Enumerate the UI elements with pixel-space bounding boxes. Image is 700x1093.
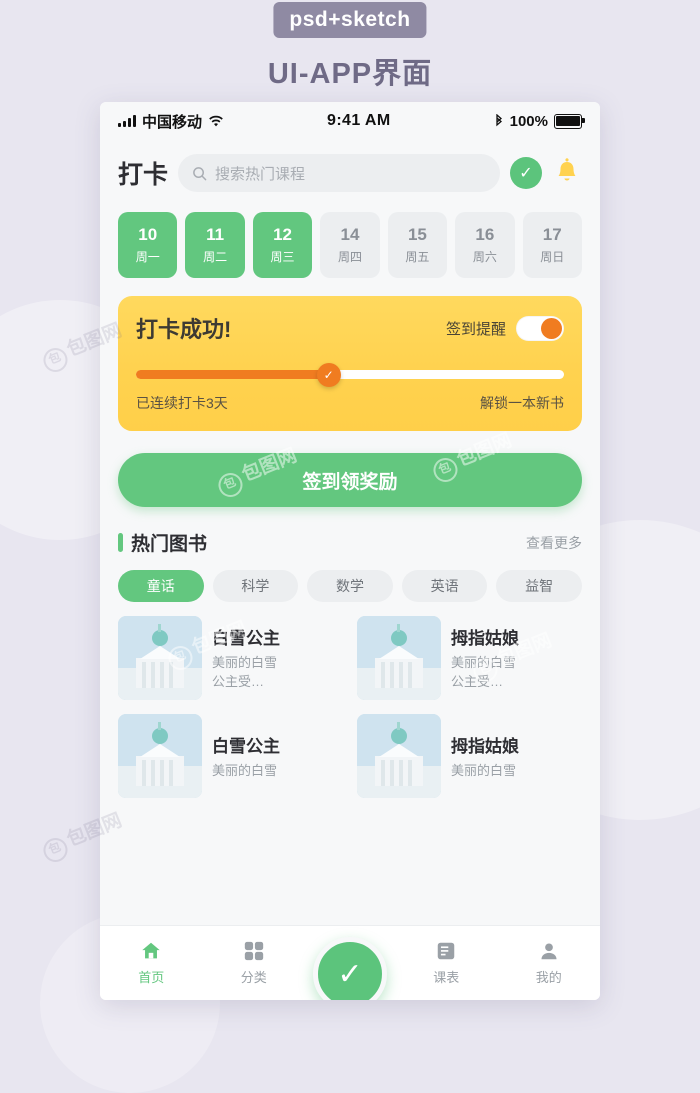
book-thumbnail xyxy=(118,714,202,798)
check-button[interactable]: ✓ xyxy=(510,157,542,189)
day-number: 10 xyxy=(138,225,158,244)
week-day[interactable]: 15 周五 xyxy=(387,212,448,278)
search-placeholder: 搜索热门课程 xyxy=(215,165,306,183)
book-desc: 美丽的白雪 xyxy=(451,762,517,778)
day-weekday: 周四 xyxy=(337,250,362,264)
tab-profile[interactable]: 我的 xyxy=(498,940,601,986)
book-title: 白雪公主 xyxy=(212,629,280,649)
home-icon xyxy=(142,942,160,959)
list-icon xyxy=(438,942,455,960)
bottom-tab-bar: 首页 分类 ✓ 课表 我的 xyxy=(100,925,600,1000)
section-accent-bar xyxy=(118,533,123,552)
book-title: 白雪公主 xyxy=(212,736,280,756)
day-weekday: 周日 xyxy=(540,250,565,264)
week-day[interactable]: 14 周四 xyxy=(320,212,380,278)
book-item[interactable]: 拇指姑娘 美丽的白雪 xyxy=(357,714,582,798)
day-weekday: 周五 xyxy=(405,250,430,264)
book-list-row: 白雪公主 美丽的白雪 拇指姑娘 美丽的白雪 xyxy=(118,714,582,798)
grid-icon xyxy=(244,941,263,961)
tab-label: 课表 xyxy=(433,970,460,985)
claim-reward-button[interactable]: 签到领奖励 xyxy=(118,453,582,507)
bluetooth-icon xyxy=(495,113,502,126)
remind-label: 签到提醒 xyxy=(445,320,506,338)
app-top-bar: 打卡 搜索热门课程 ✓ xyxy=(100,140,600,200)
book-thumbnail xyxy=(357,616,441,700)
day-number: 16 xyxy=(475,225,495,244)
remind-toggle[interactable] xyxy=(516,315,564,341)
status-bar: 中国移动 9:41 AM 100% xyxy=(100,102,600,140)
day-weekday: 周三 xyxy=(270,250,295,264)
week-day[interactable]: 10 周一 xyxy=(118,212,178,278)
progress-knob[interactable]: ✓ xyxy=(316,362,341,387)
checkin-card: 打卡成功! 签到提醒 ✓ 已连续打卡3天 解锁一本新书 xyxy=(118,296,582,431)
checkin-fab-button[interactable]: ✓ xyxy=(313,937,387,1000)
book-desc: 美丽的白雪 公主受… xyxy=(451,655,517,689)
day-number: 17 xyxy=(542,225,562,244)
week-day[interactable]: 16 周六 xyxy=(455,212,515,278)
book-item[interactable]: 白雪公主 美丽的白雪 xyxy=(118,714,343,798)
progress-bar[interactable]: ✓ xyxy=(136,362,564,387)
user-icon xyxy=(541,943,557,960)
day-number: 14 xyxy=(340,225,360,244)
wifi-icon xyxy=(209,115,223,126)
category-tag[interactable]: 益智 xyxy=(496,570,582,602)
page-title: UI-APP界面 xyxy=(267,58,433,90)
checkin-title: 打卡成功! xyxy=(136,317,232,342)
book-desc: 美丽的白雪 公主受… xyxy=(212,655,278,689)
tab-label: 我的 xyxy=(535,970,562,985)
day-number: 12 xyxy=(273,225,293,244)
week-day[interactable]: 17 周日 xyxy=(522,212,582,278)
category-tag[interactable]: 数学 xyxy=(307,570,393,602)
book-thumbnail xyxy=(118,616,202,700)
battery-percent: 100% xyxy=(509,112,548,130)
category-tag[interactable]: 童话 xyxy=(118,570,204,602)
reward-text: 解锁一本新书 xyxy=(480,395,564,411)
day-number: 15 xyxy=(407,225,427,244)
book-desc: 美丽的白雪 xyxy=(212,762,278,778)
book-item[interactable]: 拇指姑娘 美丽的白雪 公主受… xyxy=(357,616,582,700)
book-list-row: 白雪公主 美丽的白雪 公主受… 拇指姑娘 美丽的白雪 公主受… xyxy=(118,616,582,700)
book-title: 拇指姑娘 xyxy=(451,736,519,756)
tab-schedule[interactable]: 课表 xyxy=(395,940,498,986)
progress-fill xyxy=(136,370,329,379)
bell-icon[interactable] xyxy=(552,157,582,189)
day-weekday: 周六 xyxy=(472,250,497,264)
search-icon xyxy=(193,166,207,180)
day-number: 11 xyxy=(206,225,225,244)
book-item[interactable]: 白雪公主 美丽的白雪 公主受… xyxy=(118,616,343,700)
search-input[interactable]: 搜索热门课程 xyxy=(178,154,500,192)
signal-icon xyxy=(118,115,136,127)
phone-mockup: 中国移动 9:41 AM 100% 打卡 搜索热门课程 ✓ 10 周一 11 周… xyxy=(100,102,600,1000)
category-tag[interactable]: 科学 xyxy=(212,570,299,602)
category-tag[interactable]: 英语 xyxy=(401,570,488,602)
tab-category[interactable]: 分类 xyxy=(203,940,306,986)
status-time: 9:41 AM xyxy=(327,112,391,129)
view-more-link[interactable]: 查看更多 xyxy=(526,533,582,553)
carrier-label: 中国移动 xyxy=(142,113,203,131)
streak-text: 已连续打卡3天 xyxy=(136,395,228,411)
battery-icon xyxy=(553,113,585,129)
book-thumbnail xyxy=(357,714,441,798)
section-title: 热门图书 xyxy=(131,534,208,555)
app-title: 打卡 xyxy=(118,161,169,189)
day-weekday: 周一 xyxy=(135,250,160,264)
tab-label: 分类 xyxy=(240,970,267,985)
category-tags: 童话 科学 数学 英语 益智 xyxy=(118,570,582,602)
week-strip: 10 周一 11 周二 12 周三 14 周四 15 周五 16 周六 17 周… xyxy=(100,200,600,282)
psd-sketch-badge: psd+sketch xyxy=(273,2,427,38)
section-header: 热门图书 查看更多 xyxy=(118,529,582,556)
week-day[interactable]: 12 周三 xyxy=(252,212,313,278)
week-day[interactable]: 11 周二 xyxy=(185,212,245,278)
book-title: 拇指姑娘 xyxy=(451,629,519,649)
tab-label: 首页 xyxy=(138,970,165,985)
tab-home[interactable]: 首页 xyxy=(100,940,203,986)
day-weekday: 周二 xyxy=(203,250,228,264)
